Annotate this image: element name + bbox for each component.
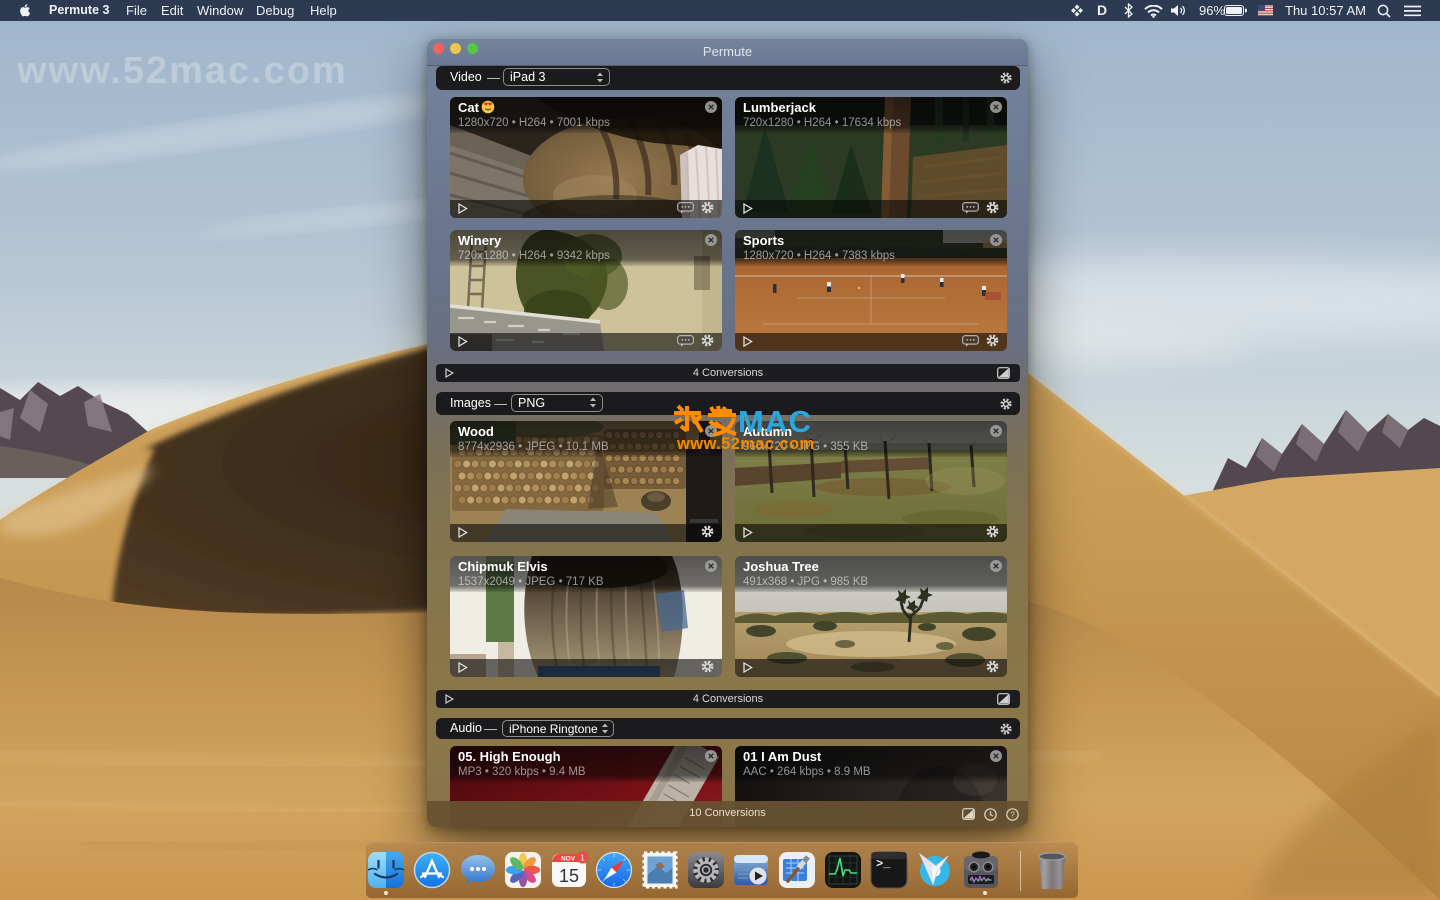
- svg-text:15: 15: [559, 866, 579, 886]
- svg-text:MAC: MAC: [738, 404, 812, 439]
- svg-text:>_: >_: [876, 857, 891, 871]
- svg-text:NOV: NOV: [561, 856, 576, 863]
- svg-text:1: 1: [580, 853, 585, 863]
- svg-text:?: ?: [1010, 810, 1015, 819]
